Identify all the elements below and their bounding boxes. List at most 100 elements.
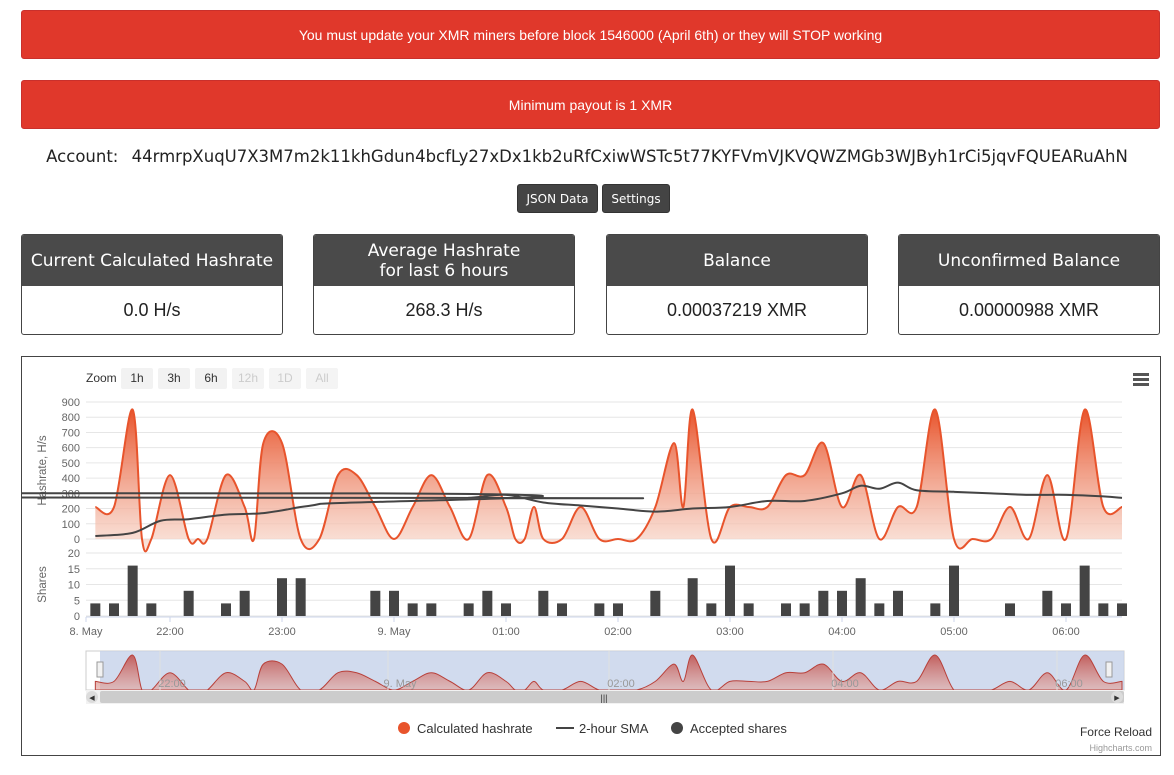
hashrate-tick-label: 800 <box>62 412 80 424</box>
shares-column <box>613 603 623 616</box>
x-tick-label: 02:00 <box>604 626 632 638</box>
hashrate-chart: Zoom 1h 3h 6h 12h 1D All 0 100 200 300 400 500 600 700… <box>21 356 1161 756</box>
shares-column <box>90 603 101 616</box>
card-value: 0.0 H/s <box>123 299 181 320</box>
hashrate-tick-label: 900 <box>62 397 80 409</box>
x-tick-label: 23:00 <box>268 626 296 638</box>
shares-column <box>650 590 661 616</box>
highcharts-credits: Highcharts.com <box>1089 743 1152 753</box>
shares-column <box>501 603 511 616</box>
legend-shares-marker[interactable] <box>671 722 683 734</box>
legend-sma-label: 2-hour SMA <box>579 721 649 736</box>
hamburger-menu-icon[interactable] <box>1133 383 1149 386</box>
shares-column <box>725 565 735 616</box>
hamburger-menu-icon[interactable] <box>1133 378 1149 381</box>
shares-column <box>370 590 381 616</box>
shares-tick-label: 5 <box>74 595 80 607</box>
shares-column <box>855 578 866 616</box>
navigator-tick-label: 02:00 <box>607 678 635 690</box>
force-reload-link[interactable]: Force Reload <box>1080 725 1152 739</box>
x-tick-label: 22:00 <box>156 626 184 638</box>
shares-column <box>1117 603 1127 616</box>
update-warning-alert: You must update your XMR miners before b… <box>21 10 1160 59</box>
shares-column <box>109 603 119 616</box>
shares-column <box>1098 603 1109 616</box>
x-tick-label: 05:00 <box>940 626 968 638</box>
shares-column <box>482 590 493 616</box>
shares-column <box>837 590 847 616</box>
hashrate-tick-label: 600 <box>62 443 80 455</box>
scrollbar-thumb[interactable] <box>100 691 1124 703</box>
shares-column <box>594 603 605 616</box>
x-tick-label: 03:00 <box>716 626 744 638</box>
shares-column <box>277 578 287 616</box>
shares-column <box>426 603 437 616</box>
navigator-left-handle[interactable] <box>96 661 104 678</box>
hashrate-tick-label: 0 <box>74 534 80 546</box>
shares-column <box>239 590 250 616</box>
shares-column <box>706 603 717 616</box>
shares-column <box>781 603 791 616</box>
card-title-text: Average Hashrate for last 6 hours <box>367 240 521 281</box>
shares-column <box>557 603 567 616</box>
shares-tick-label: 0 <box>74 611 80 623</box>
shares-column <box>799 603 810 616</box>
shares-column <box>1042 590 1053 616</box>
navigator-tick-label: 9. May <box>383 678 417 690</box>
shares-column <box>538 590 549 616</box>
shares-column <box>949 565 959 616</box>
shares-column <box>295 578 306 616</box>
hashrate-tick-label: 200 <box>62 504 80 516</box>
shares-column <box>183 590 194 616</box>
shares-column <box>930 603 941 616</box>
navigator-right-handle[interactable] <box>1105 661 1113 678</box>
hashrate-line <box>94 408 1123 553</box>
navigator-tick-label: 22:00 <box>158 678 186 690</box>
account-label: Account: <box>46 147 119 166</box>
average-hashrate-card: Average Hashrate for last 6 hours 268.3 … <box>313 234 575 335</box>
legend-hashrate-marker[interactable] <box>398 722 410 734</box>
zoom-all-label: All <box>315 371 328 385</box>
json-data-button[interactable]: JSON Data <box>517 184 598 213</box>
shares-column <box>893 590 903 616</box>
shares-column <box>463 603 474 616</box>
current-hashrate-card: Current Calculated Hashrate 0.0 H/s <box>21 234 283 335</box>
shares-column <box>743 603 754 616</box>
shares-column <box>1005 603 1015 616</box>
hashrate-tick-label: 500 <box>62 458 80 470</box>
shares-column <box>1061 603 1071 616</box>
account-line: Account: 44rmrpXuqU7X3M7m2k11khGdun4bcfL… <box>0 147 1174 166</box>
minimum-payout-alert: Minimum payout is 1 XMR <box>21 80 1160 129</box>
legend-shares-label: Accepted shares <box>690 721 787 736</box>
zoom-1h-label: 1h <box>130 371 143 385</box>
x-tick-label: 9. May <box>377 626 411 638</box>
chart-svg: Zoom 1h 3h 6h 12h 1D All0100200300400500600700… <box>22 368 1152 753</box>
shares-column <box>687 578 698 616</box>
card-title: Current Calculated Hashrate <box>22 235 282 286</box>
card-title: Average Hashrate for last 6 hours <box>314 235 574 286</box>
x-tick-label: 8. May <box>69 626 103 638</box>
card-value: 0.00000988 XMR <box>958 299 1100 320</box>
hashrate-tick-label: 700 <box>62 427 80 439</box>
hashrate-tick-label: 400 <box>62 473 80 485</box>
shares-column <box>407 603 418 616</box>
x-tick-label: 04:00 <box>828 626 856 638</box>
navigator-tick-label: 04:00 <box>831 678 859 690</box>
shares-column <box>1079 565 1090 616</box>
shares-tick-label: 20 <box>68 548 80 560</box>
card-value: 268.3 H/s <box>405 299 483 320</box>
hashrate-tick-label: 100 <box>62 519 80 531</box>
zoom-1d-label: 1D <box>277 371 293 385</box>
hamburger-menu-icon[interactable] <box>1133 373 1149 376</box>
unconfirmed-balance-card: Unconfirmed Balance 0.00000988 XMR <box>898 234 1160 335</box>
scrollbar-grip-icon: ||| <box>600 693 607 703</box>
settings-button[interactable]: Settings <box>602 184 670 213</box>
shares-column <box>874 603 885 616</box>
account-address: 44rmrpXuqU7X3M7m2k11khGdun4bcfLy27xDx1kb… <box>131 147 1128 166</box>
balance-card: Balance 0.00037219 XMR <box>606 234 868 335</box>
shares-tick-label: 15 <box>68 564 80 576</box>
zoom-3h-label: 3h <box>167 371 180 385</box>
shares-column <box>146 603 157 616</box>
shares-column <box>221 603 231 616</box>
shares-axis-title: Shares <box>37 566 49 603</box>
